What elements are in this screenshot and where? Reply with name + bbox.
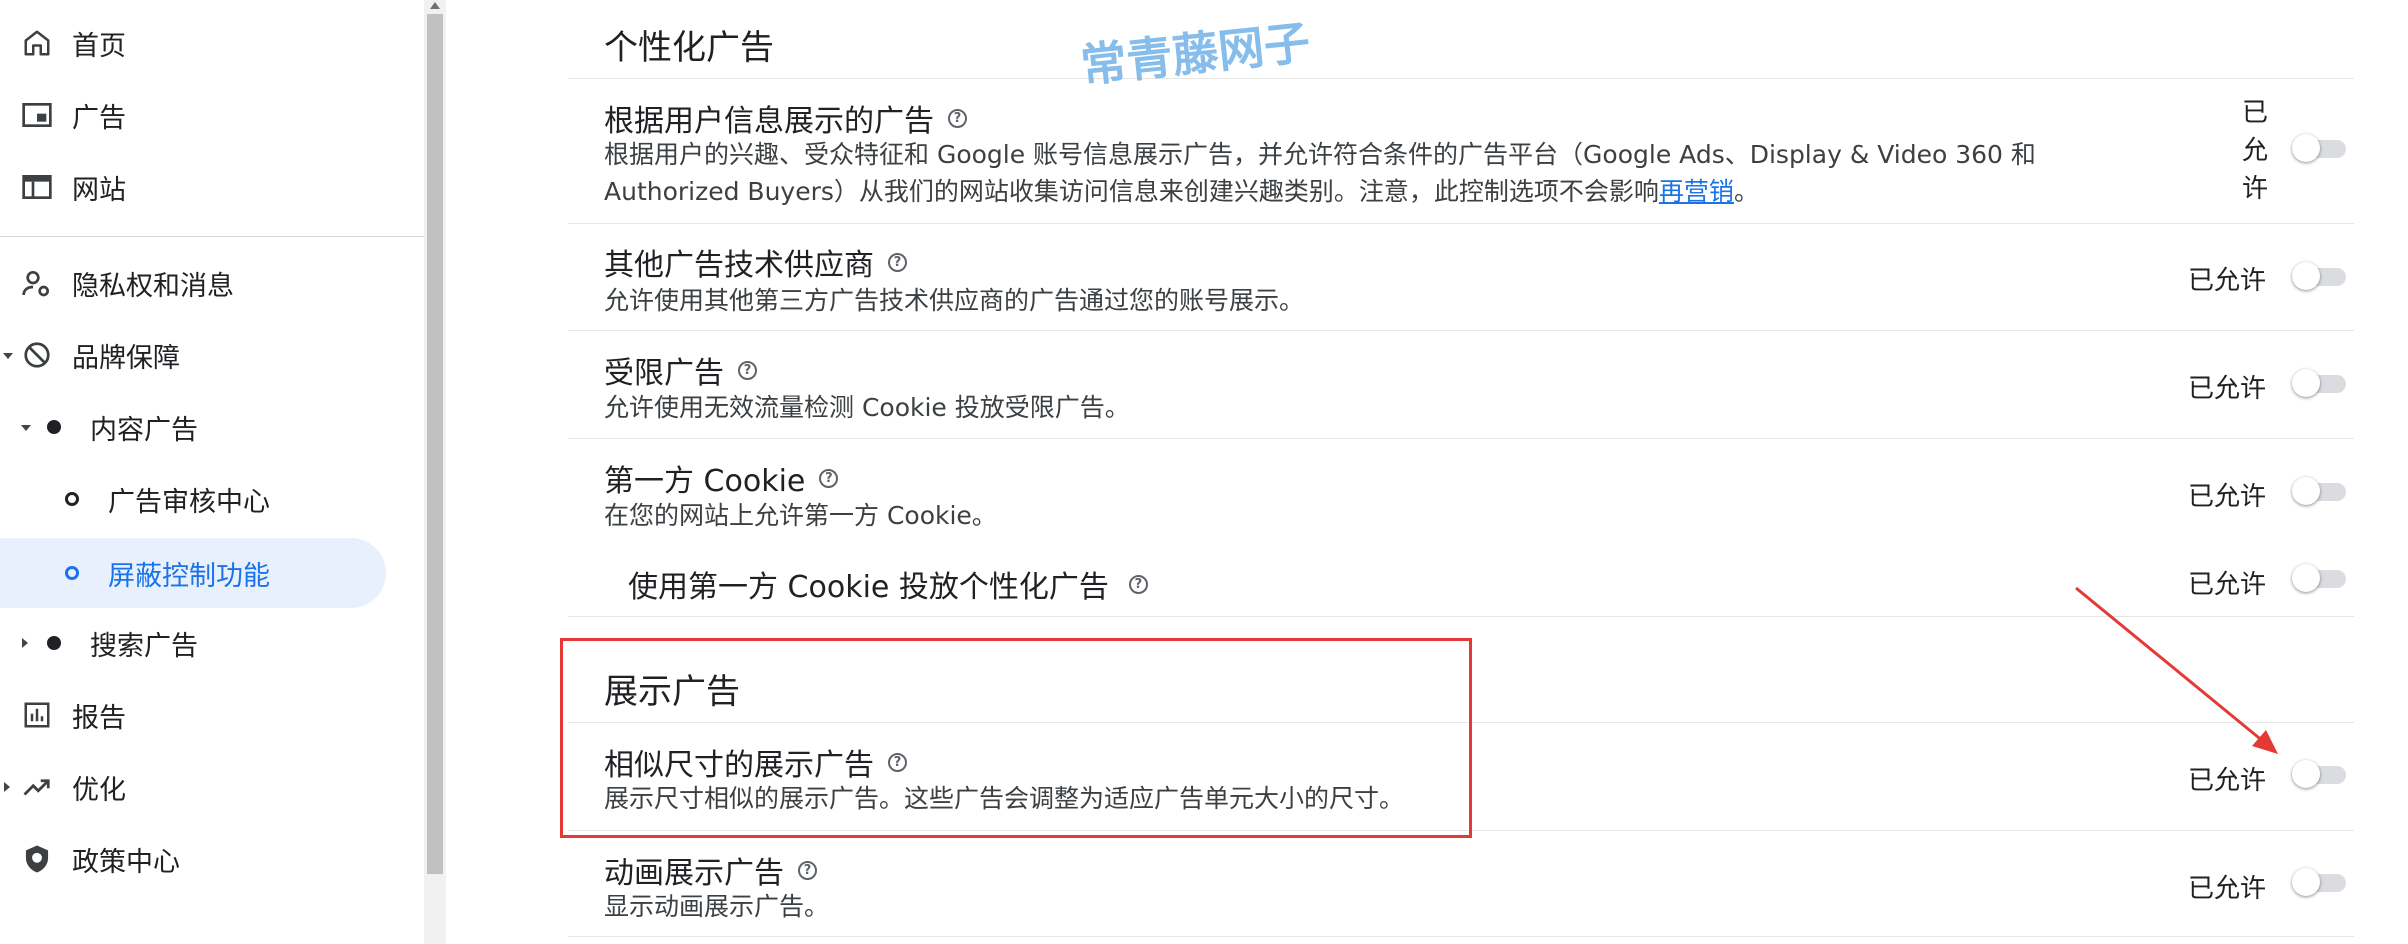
sidebar-item-ad-review-center[interactable]: 广告审核中心 (0, 466, 420, 532)
annotation-arrow-icon (2075, 586, 2278, 754)
chevron-down-icon[interactable] (21, 425, 31, 431)
sidebar-item-label: 广告审核中心 (108, 486, 270, 518)
sidebar-item-label: 内容广告 (90, 414, 198, 446)
sidebar-item-brand-safety[interactable]: 品牌保障 (0, 322, 420, 388)
sidebar-item-label: 政策中心 (72, 846, 180, 878)
sidebar-item-ads[interactable]: 广告 (0, 82, 420, 148)
sidebar-item-label: 搜索广告 (90, 630, 198, 662)
bar-chart-icon (20, 698, 54, 732)
home-icon (20, 26, 54, 60)
sidebar-item-label: 品牌保障 (72, 342, 180, 374)
chevron-down-icon[interactable] (3, 353, 13, 359)
chevron-right-icon[interactable] (4, 782, 10, 792)
scroll-up-arrow-icon[interactable] (430, 2, 440, 9)
main-content: 个性化广告 根据用户信息展示的广告 ? 根据用户的兴趣、受众特征和 Google… (446, 0, 2408, 944)
sidebar-item-label: 首页 (72, 30, 126, 62)
shield-icon (20, 842, 54, 876)
chevron-right-icon[interactable] (22, 638, 28, 648)
bullet-icon (47, 636, 61, 650)
sidebar-item-label: 广告 (72, 102, 126, 134)
bullet-outline-icon (65, 492, 79, 506)
sidebar-item-label: 屏蔽控制功能 (108, 560, 270, 592)
sidebar-item-sites[interactable]: 网站 (0, 154, 420, 220)
person-privacy-icon (20, 266, 54, 300)
sidebar-item-policy-center[interactable]: 政策中心 (0, 826, 420, 892)
sidebar-item-home[interactable]: 首页 (0, 10, 420, 76)
block-icon (20, 338, 54, 372)
sidebar-item-label: 报告 (72, 702, 126, 734)
sidebar-item-label: 网站 (72, 174, 126, 206)
trending-up-icon (20, 770, 54, 804)
sidebar-item-search-ads[interactable]: 搜索广告 (0, 610, 420, 676)
sidebar-item-label: 隐私权和消息 (72, 270, 234, 302)
sidebar-scrollbar[interactable] (424, 0, 446, 944)
scrollbar-thumb[interactable] (427, 14, 443, 874)
sidebar-item-optimization[interactable]: 优化 (0, 754, 420, 820)
sidebar-item-privacy[interactable]: 隐私权和消息 (0, 250, 420, 316)
sidebar-item-reports[interactable]: 报告 (0, 682, 420, 748)
sidebar: 首页 广告 网站 隐私权和消息 品牌保障 内容广告 广告审核中心 屏蔽控制功能 … (0, 0, 424, 944)
sidebar-item-content-ads[interactable]: 内容广告 (0, 394, 420, 460)
bullet-icon (47, 420, 61, 434)
web-icon (20, 170, 54, 204)
sidebar-item-label: 优化 (72, 774, 126, 806)
sidebar-item-blocking-controls[interactable]: 屏蔽控制功能 (0, 538, 386, 608)
bullet-outline-icon (65, 566, 79, 580)
ad-units-icon (20, 98, 54, 132)
sidebar-divider (0, 236, 424, 237)
